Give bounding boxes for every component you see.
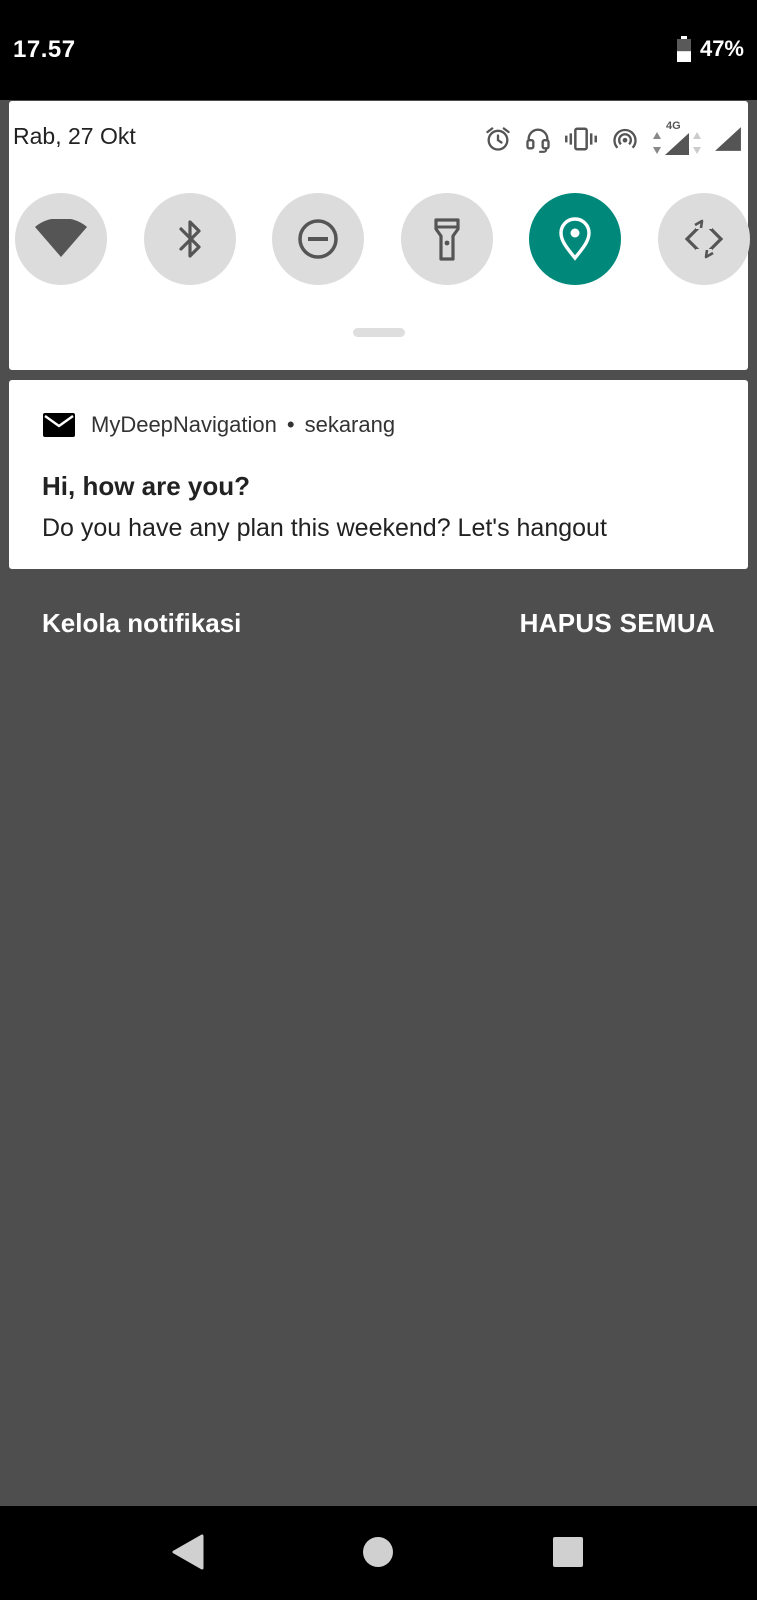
data-arrows-icon: [693, 132, 701, 154]
vibrate-icon: [565, 127, 597, 150]
network-type-label: 4G: [666, 120, 681, 132]
status-icons: 4G: [484, 121, 742, 156]
rotate-icon: [684, 219, 724, 259]
battery-percent: 47%: [699, 36, 744, 61]
back-button[interactable]: [168, 1532, 208, 1572]
notification-card[interactable]: MyDeepNavigation • sekarang Hi, how are …: [9, 380, 748, 569]
notification-separator: •: [286, 412, 295, 437]
mail-icon: [43, 413, 75, 437]
headset-icon: [526, 128, 550, 153]
flashlight-icon: [434, 218, 460, 261]
notification-time: sekarang: [304, 412, 396, 437]
hotspot-icon: [613, 128, 637, 149]
clear-all-button[interactable]: HAPUS SEMUA: [520, 608, 715, 639]
mobile-data-indicator: 4G: [652, 121, 702, 156]
tile-flashlight[interactable]: [400, 193, 493, 285]
manage-notifications-button[interactable]: Kelola notifikasi: [42, 608, 241, 639]
bluetooth-icon: [178, 220, 201, 258]
quick-settings-panel: Rab, 27 Okt 4G: [9, 101, 750, 370]
tile-do-not-disturb[interactable]: [272, 193, 365, 285]
expand-handle[interactable]: [353, 328, 405, 337]
tile-auto-rotate[interactable]: [657, 193, 750, 285]
navigation-bar: [0, 1506, 757, 1600]
signal-icon: [665, 133, 689, 155]
signal-icon: [715, 126, 741, 151]
notification-app-name: MyDeepNavigation: [91, 412, 277, 437]
notification-header: MyDeepNavigation • sekarang: [43, 412, 395, 438]
location-icon: [559, 217, 592, 261]
back-icon: [172, 1534, 204, 1570]
notification-body: Do you have any plan this weekend? Let's…: [42, 514, 607, 542]
recents-button[interactable]: [548, 1532, 588, 1572]
alarm-icon: [486, 126, 510, 151]
notification-shade: 17.57 47% Rab, 27 Okt 4G MyDeepNavigatio…: [0, 0, 757, 1600]
home-icon: [363, 1537, 393, 1567]
wifi-icon: [35, 219, 87, 257]
tile-wifi[interactable]: [15, 193, 107, 285]
status-right: 47%: [676, 36, 744, 62]
battery-icon: [676, 36, 692, 62]
home-button[interactable]: [358, 1532, 398, 1572]
status-bar: 17.57 47%: [0, 0, 757, 100]
tile-bluetooth[interactable]: [143, 193, 236, 285]
tile-location[interactable]: [529, 193, 622, 285]
recents-icon: [553, 1537, 583, 1567]
notification-title: Hi, how are you?: [42, 471, 251, 501]
status-time: 17.57: [13, 36, 76, 63]
quick-settings-tiles: [15, 193, 750, 285]
date-label[interactable]: Rab, 27 Okt: [13, 123, 136, 150]
do-not-disturb-icon: [298, 219, 338, 259]
data-arrows-icon: [653, 132, 661, 154]
